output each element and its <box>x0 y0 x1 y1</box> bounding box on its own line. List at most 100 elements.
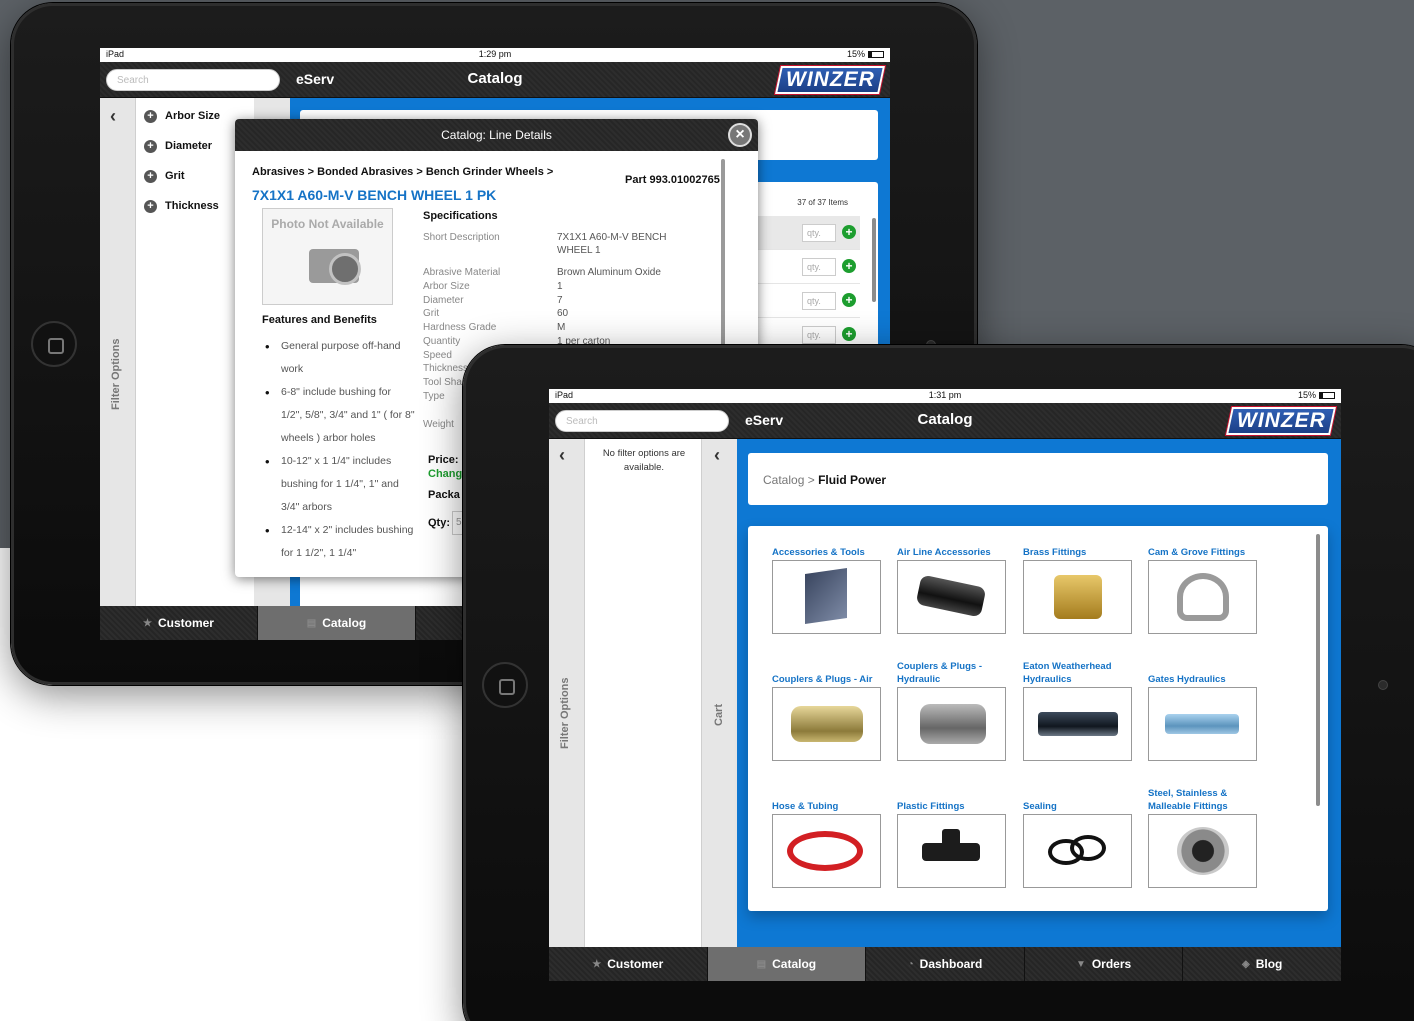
qty-input[interactable]: qty. <box>802 292 836 310</box>
spec-value: 7X1X1 A60-M-V BENCH <box>557 232 667 243</box>
search-input[interactable]: Search <box>555 410 729 432</box>
hydraulic-coupler-image <box>920 704 986 744</box>
app-name: eServ <box>296 71 335 87</box>
breadcrumb[interactable]: Abrasives > Bonded Abrasives > Bench Gri… <box>252 166 553 178</box>
add-to-cart-button[interactable]: + <box>842 225 856 239</box>
qty-input[interactable]: qty. <box>802 326 836 344</box>
spec-value: 60 <box>557 308 569 319</box>
filter-panel: No filter options are available. <box>585 439 701 947</box>
tab-customer[interactable]: ★ Customer <box>100 606 258 640</box>
add-to-cart-button[interactable]: + <box>842 327 856 341</box>
home-button-back[interactable] <box>31 321 77 367</box>
plus-icon: + <box>144 170 157 183</box>
category-plastic-fittings[interactable]: Plastic Fittings <box>897 787 1007 897</box>
home-button-front[interactable] <box>482 662 528 708</box>
spec-label: Quantity <box>423 336 461 347</box>
battery-icon <box>1319 392 1335 400</box>
filter-options-strip[interactable]: ‹ Filter Options <box>100 98 136 606</box>
category-image <box>772 560 881 634</box>
category-image <box>772 687 881 761</box>
breadcrumb: Catalog > Fluid Power <box>763 473 886 487</box>
category-hose-tubing[interactable]: Hose & Tubing <box>772 787 882 897</box>
plus-icon: + <box>144 140 157 153</box>
spec-label: Speed <box>423 350 452 361</box>
cart-strip[interactable]: ‹ Cart <box>701 439 737 947</box>
spec-label: Grit <box>423 308 440 319</box>
category-couplers-plugs-hydraulic[interactable]: Couplers & Plugs - Hydraulic <box>897 660 1007 770</box>
spec-value: M <box>557 322 566 333</box>
filter-thickness[interactable]: + Thickness <box>144 200 219 213</box>
category-brass-fittings[interactable]: Brass Fittings <box>1023 546 1133 656</box>
spec-value: Brown Aluminum Oxide <box>557 267 661 278</box>
part-number: Part 993.01002765 <box>625 174 720 186</box>
screen-catalog-grid: iPad 1:31 pm 15% Search eServ Catalog WI… <box>549 389 1341 981</box>
category-label: Cam & Grove Fittings <box>1148 547 1246 558</box>
qty-input[interactable]: qty. <box>802 224 836 242</box>
scrollbar[interactable] <box>1316 534 1320 806</box>
category-sealing[interactable]: Sealing <box>1023 787 1133 897</box>
breadcrumb-root[interactable]: Catalog <box>763 473 804 487</box>
tab-catalog[interactable]: ▤ Catalog <box>707 947 867 981</box>
spec-label: Arbor Size <box>423 281 470 292</box>
category-couplers-plugs-air[interactable]: Couplers & Plugs - Air <box>772 660 882 770</box>
qty-input[interactable]: qty. <box>802 258 836 276</box>
clock: 1:29 pm <box>478 49 512 59</box>
category-image <box>1023 560 1132 634</box>
category-steel-stainless-malleable[interactable]: Steel, Stainless & Malleable Fittings <box>1148 787 1258 897</box>
category-label: Air Line Accessories <box>897 547 991 558</box>
plus-icon: + <box>144 110 157 123</box>
star-icon: ★ <box>592 958 602 970</box>
qty-label: Qty: <box>428 517 450 529</box>
breadcrumb-current: Fluid Power <box>818 473 887 487</box>
filter-diameter[interactable]: + Diameter <box>144 140 212 153</box>
camera-icon <box>309 249 361 285</box>
product-photo: Photo Not Available <box>262 208 393 305</box>
category-eaton-weatherhead[interactable]: Eaton Weatherhead Hydraulics <box>1023 660 1133 770</box>
category-air-line-accessories[interactable]: Air Line Accessories <box>897 546 1007 656</box>
category-label: Hose & Tubing <box>772 801 839 812</box>
main-content: Catalog > Fluid Power Accessories & Tool… <box>737 439 1341 947</box>
filter-grit[interactable]: + Grit <box>144 170 185 183</box>
scrollbar[interactable] <box>872 218 876 302</box>
scrollbar[interactable] <box>721 159 725 349</box>
close-icon[interactable]: × <box>728 123 752 147</box>
filter-arbor-size[interactable]: + Arbor Size <box>144 110 220 123</box>
features-title: Features and Benefits <box>262 314 377 326</box>
tab-blog[interactable]: ◈ Blog <box>1183 947 1341 981</box>
tab-customer[interactable]: ★ Customer <box>549 947 708 981</box>
category-image <box>1023 814 1132 888</box>
tab-orders[interactable]: ▼ Orders <box>1025 947 1184 981</box>
category-image <box>1023 687 1132 761</box>
category-cam-grove-fittings[interactable]: Cam & Grove Fittings <box>1148 546 1258 656</box>
add-to-cart-button[interactable]: + <box>842 293 856 307</box>
chevron-left-icon[interactable]: ‹ <box>714 445 720 466</box>
category-gates-hydraulics[interactable]: Gates Hydraulics <box>1148 660 1258 770</box>
category-accessories-tools[interactable]: Accessories & Tools <box>772 546 882 656</box>
battery-icon <box>868 51 884 59</box>
status-bar: iPad 1:29 pm 15% <box>100 48 890 62</box>
list-item: 6-8" include bushing for 1/2", 5/8", 3/4… <box>265 381 415 450</box>
chevron-left-icon[interactable]: ‹ <box>559 445 565 466</box>
product-name: 7X1X1 A60-M-V BENCH WHEEL 1 PK <box>252 187 497 203</box>
winzer-logo: WINZER <box>1226 407 1336 435</box>
list-item: 10-12" x 1 1/4" includes bushing for 1 1… <box>265 450 415 519</box>
filter-options-label: Filter Options <box>110 338 122 411</box>
battery-indicator: 15% <box>847 49 884 59</box>
gauge-icon: ◔ <box>907 958 914 970</box>
change-link[interactable]: Chang <box>428 468 462 480</box>
breadcrumb-separator: > <box>804 473 819 487</box>
spec-label: Thickness <box>423 363 469 374</box>
search-input[interactable]: Search <box>106 69 280 91</box>
spec-value: 7 <box>557 295 563 306</box>
tab-catalog[interactable]: ▤ Catalog <box>258 606 416 640</box>
breadcrumb-card: Catalog > Fluid Power <box>748 453 1328 505</box>
tab-dashboard[interactable]: ◔ Dashboard <box>866 947 1025 981</box>
category-label: Steel, Stainless & Malleable Fittings <box>1148 788 1228 812</box>
category-label: Plastic Fittings <box>897 801 965 812</box>
filter-options-strip[interactable]: ‹ Filter Options <box>549 439 585 947</box>
add-to-cart-button[interactable]: + <box>842 259 856 273</box>
chevron-left-icon[interactable]: ‹ <box>110 106 116 127</box>
category-image <box>897 687 1006 761</box>
clock: 1:31 pm <box>928 390 962 400</box>
steel-bushing-image <box>1177 827 1229 875</box>
